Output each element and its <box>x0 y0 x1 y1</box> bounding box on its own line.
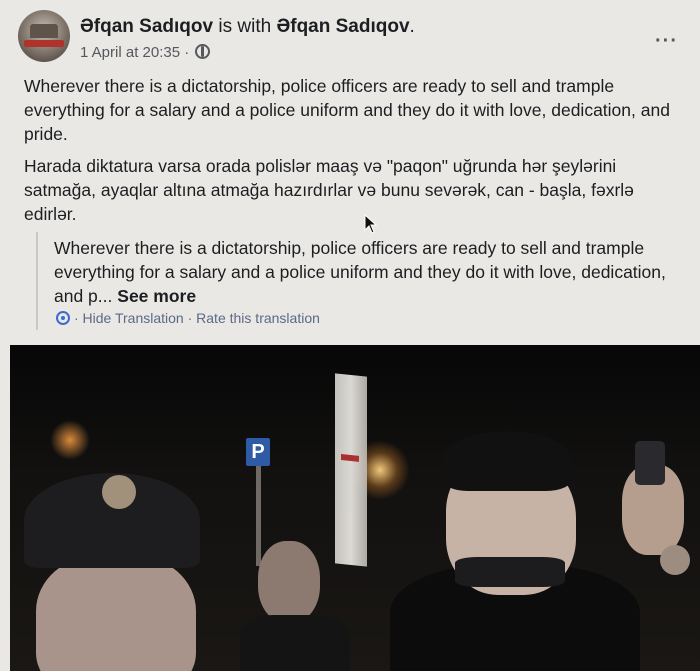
phone <box>635 441 665 485</box>
post-text-english: Wherever there is a dictatorship, police… <box>24 76 670 144</box>
author-line: Əfqan Sadıqov is with Əfqan Sadıqov. <box>80 16 415 38</box>
cursor-icon <box>364 214 378 234</box>
more-icon[interactable]: ··· <box>655 30 678 53</box>
facebook-post: Əfqan Sadıqov is with Əfqan Sadıqov. 1 A… <box>0 0 700 671</box>
man-collar <box>455 557 565 587</box>
avatar-building <box>30 24 58 38</box>
post-meta: 1 April at 20:35 · <box>80 44 211 61</box>
translate-icon <box>56 311 70 325</box>
translation-text: Wherever there is a dictatorship, police… <box>54 236 674 308</box>
flag-cross <box>341 453 359 462</box>
author-name[interactable]: Əfqan Sadıqov <box>80 16 213 37</box>
flag <box>335 373 367 567</box>
post-timestamp[interactable]: 1 April at 20:35 · <box>80 44 189 61</box>
author-avatar[interactable] <box>18 10 70 62</box>
bystander-body <box>240 615 350 671</box>
post-header: Əfqan Sadıqov is with Əfqan Sadıqov. 1 A… <box>18 10 678 62</box>
parking-sign: P <box>246 438 270 466</box>
rate-translation-link[interactable]: · Rate this translation <box>188 310 320 326</box>
post-text-azerbaijani: Harada diktatura varsa orada polislər ma… <box>24 156 634 224</box>
avatar-band <box>24 40 64 47</box>
period: . <box>409 16 415 37</box>
cap-badge <box>102 475 136 509</box>
hide-translation-link[interactable]: · Hide Translation <box>74 310 184 326</box>
microphone <box>660 545 690 575</box>
tagged-name[interactable]: Əfqan Sadıqov <box>276 16 409 37</box>
with-text: is with <box>218 16 272 37</box>
bystander-face <box>258 541 320 623</box>
globe-icon[interactable] <box>195 44 211 59</box>
see-more-link[interactable]: See more <box>117 286 196 306</box>
sign-pole <box>256 466 261 566</box>
translation-block: Wherever there is a dictatorship, police… <box>36 232 678 330</box>
man-hair <box>442 431 572 491</box>
post-photo[interactable]: P <box>10 345 700 671</box>
translation-links: · Hide Translation · Rate this translati… <box>56 310 320 326</box>
background-light <box>50 420 90 460</box>
officer-face <box>36 555 196 671</box>
